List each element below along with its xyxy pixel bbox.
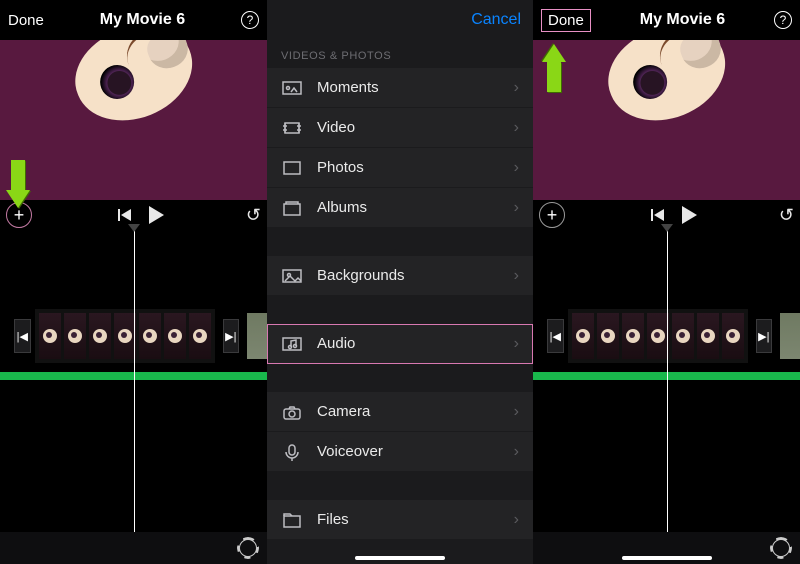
- picker-row-audio[interactable]: Audio ›: [267, 324, 533, 364]
- media-picker-panel: Cancel VIDEOS & PHOTOS Moments›Video›Pho…: [267, 0, 533, 564]
- playhead[interactable]: [667, 230, 669, 532]
- help-icon[interactable]: ?: [241, 11, 259, 29]
- settings-icon[interactable]: [772, 539, 790, 557]
- row-label: Backgrounds: [317, 267, 500, 284]
- chevron-right-icon: ›: [514, 119, 519, 137]
- chevron-right-icon: ›: [514, 403, 519, 421]
- bottom-bar: [0, 532, 267, 564]
- settings-icon[interactable]: [239, 539, 257, 557]
- header: Done My Movie 6 ?: [0, 0, 267, 40]
- chevron-right-icon: ›: [514, 335, 519, 353]
- files-icon: [281, 511, 303, 529]
- video-clip[interactable]: [568, 309, 748, 363]
- done-button[interactable]: Done: [541, 9, 591, 32]
- picker-row-files[interactable]: Files ›: [267, 500, 533, 540]
- done-button[interactable]: Done: [8, 12, 44, 29]
- playhead[interactable]: [134, 230, 136, 532]
- row-label: Files: [317, 511, 500, 528]
- undo-icon[interactable]: ↺: [246, 205, 261, 226]
- video-preview[interactable]: [0, 40, 267, 200]
- video-clip[interactable]: [35, 309, 215, 363]
- picker-row-albums[interactable]: Albums ›: [267, 188, 533, 228]
- picker-row-moments[interactable]: Moments ›: [267, 68, 533, 108]
- picker-header: Cancel: [267, 0, 533, 40]
- cancel-button[interactable]: Cancel: [471, 11, 521, 29]
- next-clip-thumb[interactable]: [247, 313, 267, 359]
- albums-icon: [281, 199, 303, 217]
- picker-row-voiceover[interactable]: Voiceover ›: [267, 432, 533, 472]
- chevron-right-icon: ›: [514, 199, 519, 217]
- timeline[interactable]: |◀ ▶|: [0, 230, 267, 532]
- chevron-right-icon: ›: [514, 79, 519, 97]
- help-icon[interactable]: ?: [774, 11, 792, 29]
- audio-icon: [281, 335, 303, 353]
- row-label: Audio: [317, 335, 500, 352]
- row-label: Video: [317, 119, 500, 136]
- project-title: My Movie 6: [640, 11, 725, 29]
- clip-start-marker[interactable]: |◀: [14, 319, 31, 353]
- next-clip-thumb[interactable]: [780, 313, 800, 359]
- add-media-button[interactable]: +: [539, 202, 565, 228]
- chevron-right-icon: ›: [514, 159, 519, 177]
- row-label: Moments: [317, 79, 500, 96]
- play-icon[interactable]: [682, 206, 697, 224]
- clip-end-marker[interactable]: ▶|: [756, 319, 773, 353]
- row-label: Camera: [317, 403, 500, 420]
- section-videos-photos: VIDEOS & PHOTOS: [267, 40, 533, 68]
- row-label: Voiceover: [317, 443, 500, 460]
- picker-row-backgrounds[interactable]: Backgrounds ›: [267, 256, 533, 296]
- picker-row-photos[interactable]: Photos ›: [267, 148, 533, 188]
- mic-icon: [281, 443, 303, 461]
- undo-icon[interactable]: ↺: [779, 205, 794, 226]
- row-label: Photos: [317, 159, 500, 176]
- video-preview[interactable]: [533, 40, 800, 200]
- chevron-right-icon: ›: [514, 443, 519, 461]
- project-title: My Movie 6: [100, 11, 185, 29]
- home-indicator: [622, 556, 712, 560]
- chevron-right-icon: ›: [514, 267, 519, 285]
- picker-row-video[interactable]: Video ›: [267, 108, 533, 148]
- row-label: Albums: [317, 199, 500, 216]
- skip-start-icon[interactable]: [121, 209, 131, 221]
- chevron-right-icon: ›: [514, 511, 519, 529]
- home-indicator: [355, 556, 445, 560]
- header: Done My Movie 6 ?: [533, 0, 800, 40]
- clip-end-marker[interactable]: ▶|: [223, 319, 240, 353]
- photos-icon: [281, 159, 303, 177]
- clip-start-marker[interactable]: |◀: [547, 319, 564, 353]
- skip-start-icon[interactable]: [654, 209, 664, 221]
- annotation-arrow-add: [6, 160, 30, 208]
- camera-icon: [281, 403, 303, 421]
- video-icon: [281, 119, 303, 137]
- annotation-arrow-done: [542, 44, 566, 92]
- editor-panel-right: Done My Movie 6 ? + ↺ |◀ ▶: [533, 0, 800, 564]
- editor-panel-left: Done My Movie 6 ? + ↺ |◀ ▶: [0, 0, 267, 564]
- image-icon: [281, 267, 303, 285]
- play-icon[interactable]: [149, 206, 164, 224]
- moments-icon: [281, 79, 303, 97]
- timeline[interactable]: |◀ ▶|: [533, 230, 800, 532]
- picker-row-camera[interactable]: Camera ›: [267, 392, 533, 432]
